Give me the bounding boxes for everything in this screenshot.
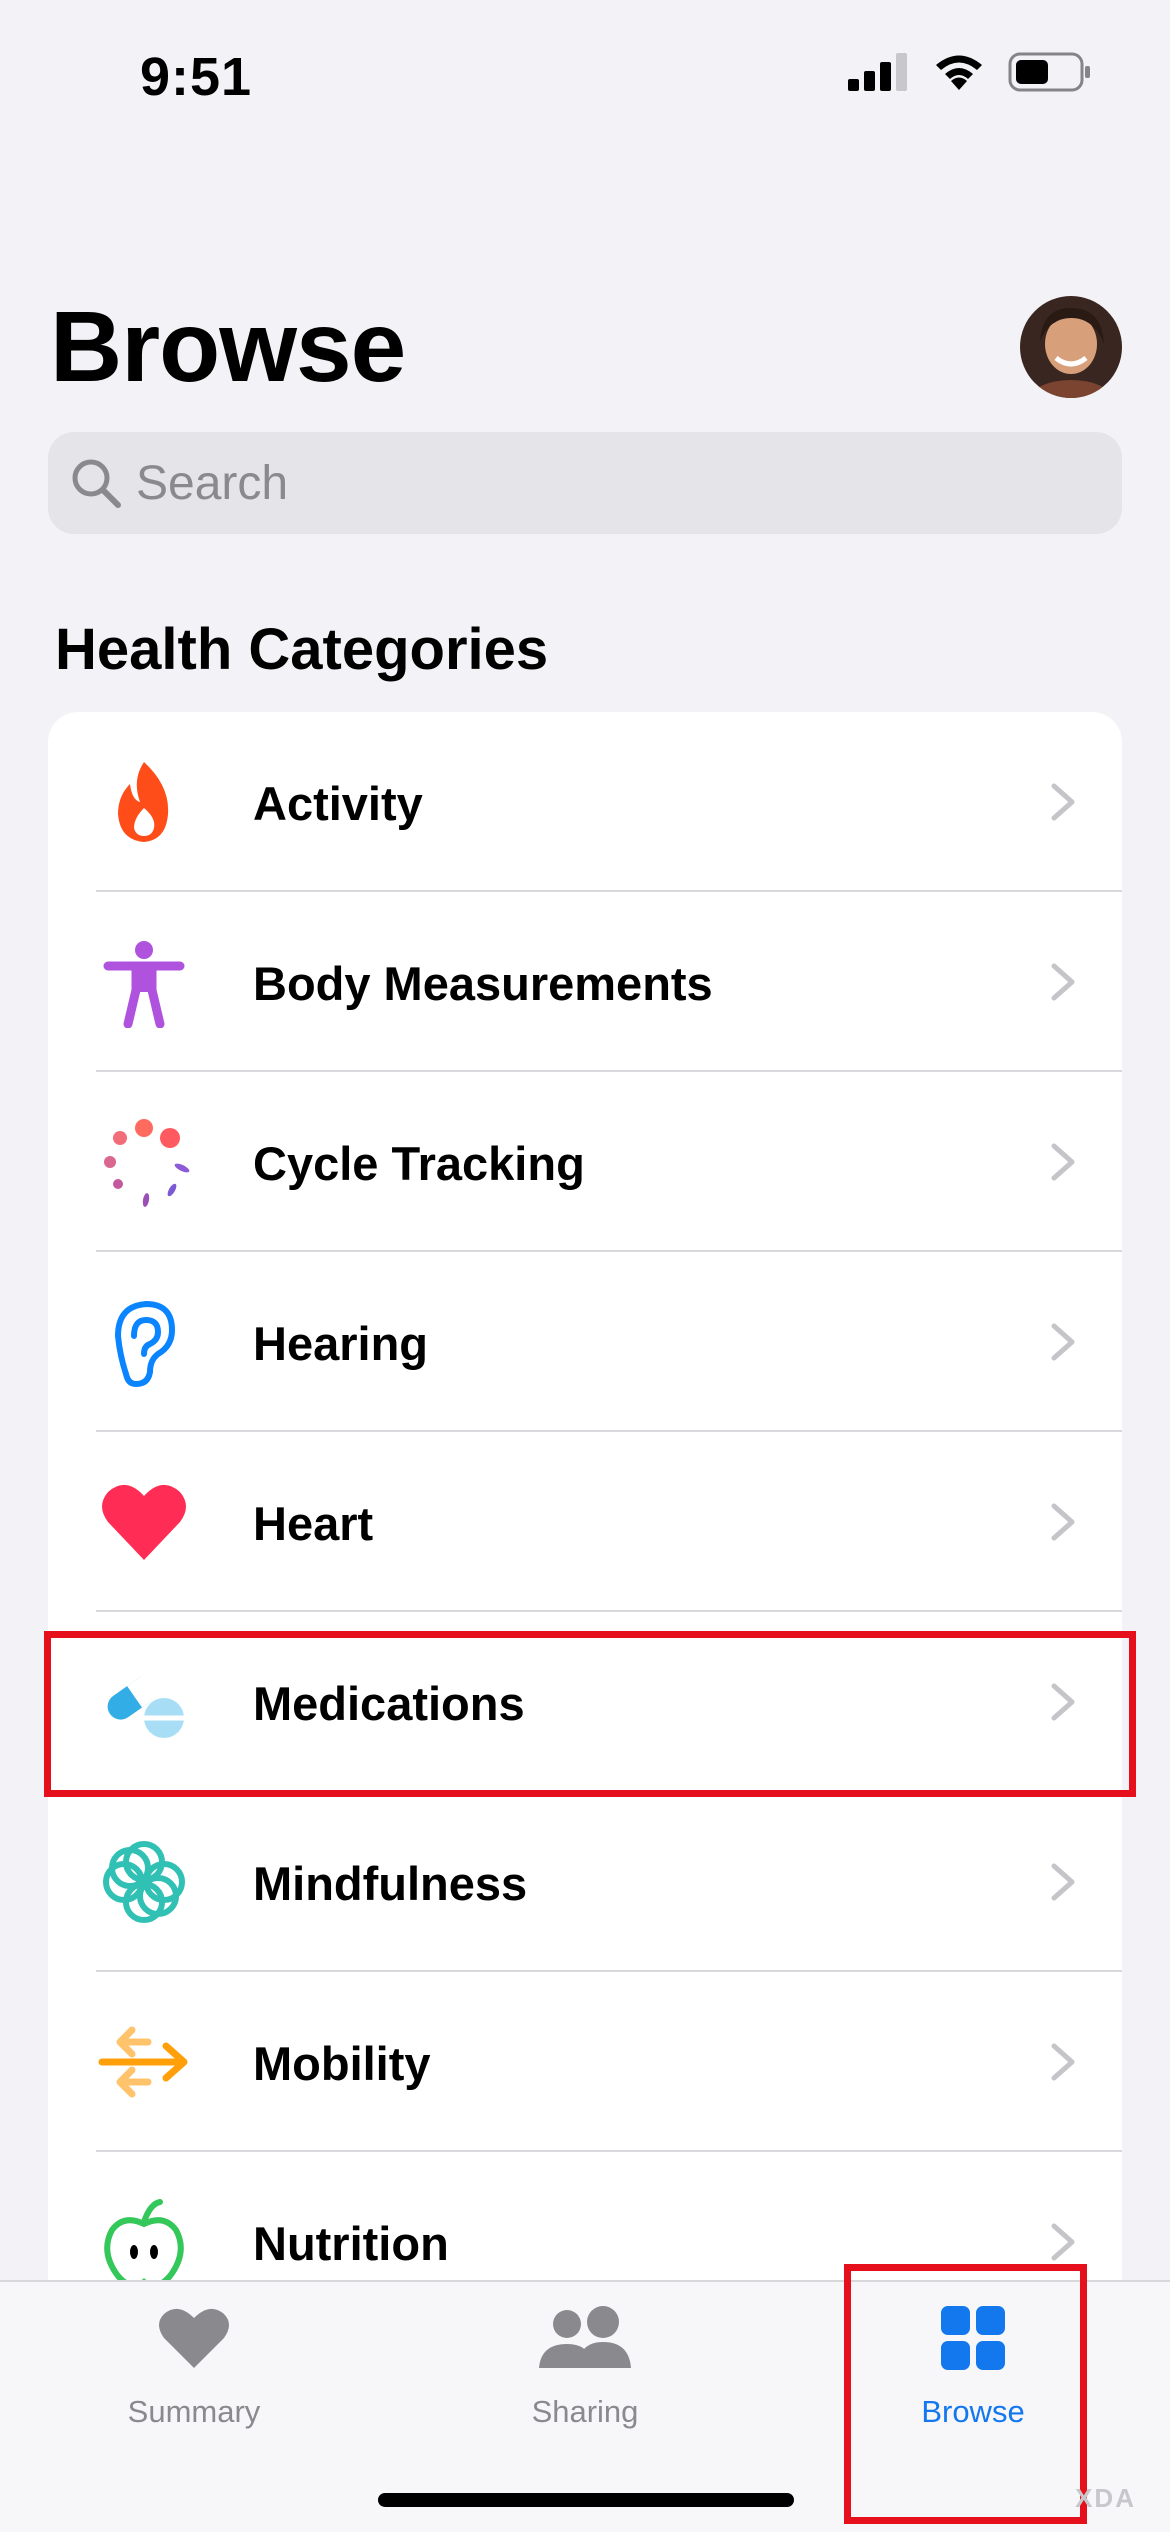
- category-row-body-measurements[interactable]: Body Measurements: [48, 892, 1122, 1072]
- chevron-right-icon: [1051, 963, 1075, 1001]
- avatar-photo-icon: [1020, 296, 1122, 398]
- watermark: XDA: [1075, 2483, 1136, 2513]
- category-label: Hearing: [253, 1317, 428, 1370]
- health-browse-screen: 9:51 Browse Search Health Categories Act…: [0, 0, 1170, 2532]
- arrows-icon: [98, 2026, 188, 2098]
- ear-icon: [114, 1300, 176, 1388]
- category-label: Heart: [253, 1497, 374, 1550]
- chevron-right-icon: [1051, 1683, 1075, 1721]
- category-row-mindfulness[interactable]: Mindfulness: [48, 1792, 1122, 1972]
- category-label: Activity: [253, 777, 423, 830]
- chevron-right-icon: [1051, 2043, 1075, 2081]
- heart-icon: [102, 1484, 186, 1560]
- people-tab-icon: [539, 2306, 631, 2368]
- chevron-right-icon: [1051, 1143, 1075, 1181]
- categories-list: Activity Body Measurements Cycle Trackin…: [48, 712, 1122, 2312]
- figure-icon: [103, 941, 185, 1028]
- category-label: Body Measurements: [253, 957, 713, 1010]
- chevron-right-icon: [1051, 1323, 1075, 1361]
- grid-tab-icon: [941, 2306, 1005, 2370]
- tab-label: Browse: [921, 2394, 1025, 2429]
- cellular-signal-icon: [848, 53, 907, 91]
- page-title: Browse: [50, 291, 406, 403]
- search-field[interactable]: Search: [48, 432, 1122, 534]
- status-time: 9:51: [140, 47, 253, 107]
- category-row-hearing[interactable]: Hearing: [48, 1252, 1122, 1432]
- heart-tab-icon: [159, 2308, 229, 2368]
- pills-icon: [107, 1673, 184, 1738]
- category-label: Mobility: [253, 2037, 431, 2090]
- battery-icon: [1008, 52, 1090, 92]
- category-row-cycle-tracking[interactable]: Cycle Tracking: [48, 1072, 1122, 1252]
- category-label: Medications: [253, 1677, 525, 1730]
- home-indicator: [378, 2493, 794, 2507]
- chevron-right-icon: [1051, 783, 1075, 821]
- flame-icon: [118, 762, 169, 842]
- tab-label: Summary: [127, 2394, 261, 2429]
- tab-browse[interactable]: Browse: [853, 2282, 1093, 2482]
- tab-summary[interactable]: Summary: [74, 2282, 314, 2482]
- category-row-medications[interactable]: Medications: [48, 1612, 1122, 1792]
- category-label: Mindfulness: [253, 1857, 528, 1910]
- profile-avatar[interactable]: [1020, 296, 1122, 398]
- flower-icon: [103, 1841, 185, 1923]
- category-row-heart[interactable]: Heart: [48, 1432, 1122, 1612]
- category-row-activity[interactable]: Activity: [48, 712, 1122, 892]
- chevron-right-icon: [1051, 1503, 1075, 1541]
- tab-sharing[interactable]: Sharing: [465, 2282, 705, 2482]
- chevron-right-icon: [1051, 1863, 1075, 1901]
- search-icon: [72, 459, 121, 508]
- category-label: Nutrition: [253, 2217, 449, 2270]
- status-icons: [848, 52, 1092, 92]
- section-title: Health Categories: [55, 617, 549, 682]
- cycle-dots-icon: [104, 1119, 190, 1207]
- category-label: Cycle Tracking: [253, 1137, 585, 1190]
- chevron-right-icon: [1051, 2223, 1075, 2261]
- apple-icon: [104, 2199, 184, 2288]
- tab-label: Sharing: [531, 2394, 639, 2429]
- wifi-icon: [936, 55, 982, 90]
- search-placeholder: Search: [136, 456, 289, 510]
- category-row-mobility[interactable]: Mobility: [48, 1972, 1122, 2152]
